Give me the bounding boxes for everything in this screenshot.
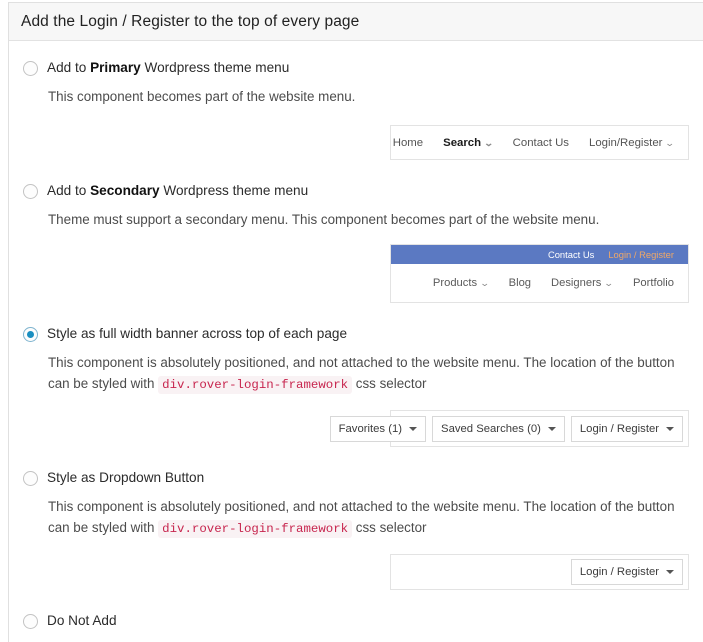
- label-suffix: Wordpress theme menu: [140, 60, 290, 75]
- description-text-tail: css selector: [352, 376, 427, 391]
- preview-dropdown-button: Login / Register: [390, 554, 689, 590]
- option-full-width-banner-label: Style as full width banner across top of…: [47, 326, 347, 341]
- option-full-width-banner-head[interactable]: Style as full width banner across top of…: [23, 325, 689, 345]
- saved-searches-button[interactable]: Saved Searches (0): [432, 415, 565, 442]
- caret-down-icon: [666, 570, 674, 574]
- option-secondary-menu[interactable]: Add to Secondary Wordpress theme menu Th…: [23, 182, 689, 230]
- radio-do-not-add[interactable]: [23, 614, 38, 629]
- nav-item-search-label: Search: [443, 136, 482, 149]
- nav-item-designers[interactable]: Designers ⌄: [551, 277, 615, 289]
- chevron-down-icon: ⌄: [604, 278, 615, 288]
- label-prefix: Add to: [47, 183, 91, 198]
- option-full-width-banner-description: This component is absolutely positioned,…: [48, 352, 688, 396]
- preview-secondary-main-bar: Products ⌄ Blog Designers ⌄ Portfolio: [391, 264, 688, 302]
- preview-primary-menu: Home Search ⌄ Contact Us Login/Register ⌄: [390, 125, 689, 160]
- nav-item-blog[interactable]: Blog: [509, 277, 531, 289]
- panel-body: Add to Primary Wordpress theme menu This…: [9, 41, 703, 642]
- label-prefix: Add to: [47, 60, 91, 75]
- caret-down-icon: [547, 426, 556, 431]
- option-do-not-add-head[interactable]: Do Not Add: [23, 612, 689, 632]
- option-do-not-add-label: Do Not Add: [47, 613, 117, 628]
- chevron-down-icon: ⌄: [665, 137, 676, 148]
- chevron-down-icon: ⌄: [483, 137, 494, 148]
- panel-header: Add the Login / Register to the top of e…: [9, 3, 703, 41]
- option-secondary-menu-label: Add to Secondary Wordpress theme menu: [47, 182, 308, 199]
- page-title: Add the Login / Register to the top of e…: [21, 12, 360, 30]
- nav-item-contact-us-label: Contact Us: [512, 136, 569, 149]
- preview-secondary-menu: Contact Us Login / Register Products ⌄ Bl…: [390, 244, 689, 303]
- preview-primary-wrap: Home Search ⌄ Contact Us Login/Register ⌄: [23, 125, 689, 160]
- preview-secondary-top-bar: Contact Us Login / Register: [391, 245, 688, 264]
- radio-full-width-banner[interactable]: [23, 327, 38, 342]
- description-text-tail: css selector: [352, 520, 427, 535]
- chevron-down-icon: ⌄: [479, 278, 490, 288]
- nav-item-portfolio[interactable]: Portfolio: [633, 277, 674, 289]
- nav-item-login-register-label: Login/Register: [589, 136, 663, 149]
- nav-item-login-register[interactable]: Login / Register: [608, 249, 674, 260]
- preview-banner-buttons: Favorites (1) Saved Searches (0) Login /…: [329, 410, 689, 447]
- login-register-button[interactable]: Login / Register: [570, 415, 683, 442]
- option-dropdown-button-label: Style as Dropdown Button: [47, 470, 205, 485]
- option-primary-menu-head[interactable]: Add to Primary Wordpress theme menu: [23, 59, 689, 79]
- nav-item-contact-us[interactable]: Contact Us: [513, 137, 569, 149]
- option-primary-menu-label: Add to Primary Wordpress theme menu: [47, 59, 289, 76]
- label-suffix: Wordpress theme menu: [159, 183, 309, 198]
- nav-item-blog-label: Blog: [508, 277, 532, 289]
- option-primary-menu-description: This component becomes part of the websi…: [48, 89, 356, 104]
- nav-item-login-register[interactable]: Login/Register ⌄: [589, 136, 676, 149]
- nav-item-portfolio-label: Portfolio: [632, 277, 674, 289]
- label-emphasis: Secondary: [90, 183, 160, 198]
- caret-down-icon: [409, 426, 418, 431]
- option-secondary-menu-description: Theme must support a secondary menu. Thi…: [48, 212, 600, 227]
- nav-item-contact-us[interactable]: Contact Us: [548, 249, 594, 260]
- radio-dropdown-button[interactable]: [23, 471, 38, 486]
- label-emphasis: Primary: [90, 60, 141, 75]
- css-selector-code: div.rover-login-framework: [158, 520, 353, 538]
- option-do-not-add[interactable]: Do Not Add: [23, 612, 689, 632]
- nav-item-search[interactable]: Search ⌄: [443, 136, 494, 149]
- nav-item-products-label: Products: [432, 277, 478, 289]
- option-dropdown-button[interactable]: Style as Dropdown Button This component …: [23, 469, 689, 540]
- nav-item-products[interactable]: Products ⌄: [432, 277, 490, 289]
- nav-item-home[interactable]: Home: [393, 137, 423, 149]
- nav-item-designers-label: Designers: [551, 277, 602, 289]
- option-primary-menu[interactable]: Add to Primary Wordpress theme menu This…: [23, 59, 689, 107]
- preview-secondary-wrap: Contact Us Login / Register Products ⌄ Bl…: [23, 244, 689, 303]
- preview-dropdown-wrap: Login / Register: [23, 554, 689, 590]
- favorites-button[interactable]: Favorites (1): [329, 415, 427, 442]
- css-selector-code: div.rover-login-framework: [158, 376, 353, 394]
- nav-item-home-label: Home: [392, 136, 424, 149]
- caret-down-icon: [666, 426, 674, 431]
- login-register-button-label: Login / Register: [579, 566, 659, 578]
- favorites-button-label: Favorites (1): [338, 422, 403, 435]
- preview-banner-wrap: Favorites (1) Saved Searches (0) Login /…: [23, 410, 689, 447]
- login-register-button-label: Login / Register: [579, 422, 659, 435]
- radio-primary-menu[interactable]: [23, 61, 38, 76]
- login-register-button[interactable]: Login / Register: [570, 559, 683, 585]
- option-dropdown-button-head[interactable]: Style as Dropdown Button: [23, 469, 689, 489]
- radio-secondary-menu[interactable]: [23, 184, 38, 199]
- option-dropdown-button-description: This component is absolutely positioned,…: [48, 496, 688, 540]
- saved-searches-button-label: Saved Searches (0): [441, 422, 541, 435]
- option-secondary-menu-head[interactable]: Add to Secondary Wordpress theme menu: [23, 182, 689, 202]
- option-full-width-banner[interactable]: Style as full width banner across top of…: [23, 325, 689, 396]
- settings-panel: Add the Login / Register to the top of e…: [8, 2, 703, 642]
